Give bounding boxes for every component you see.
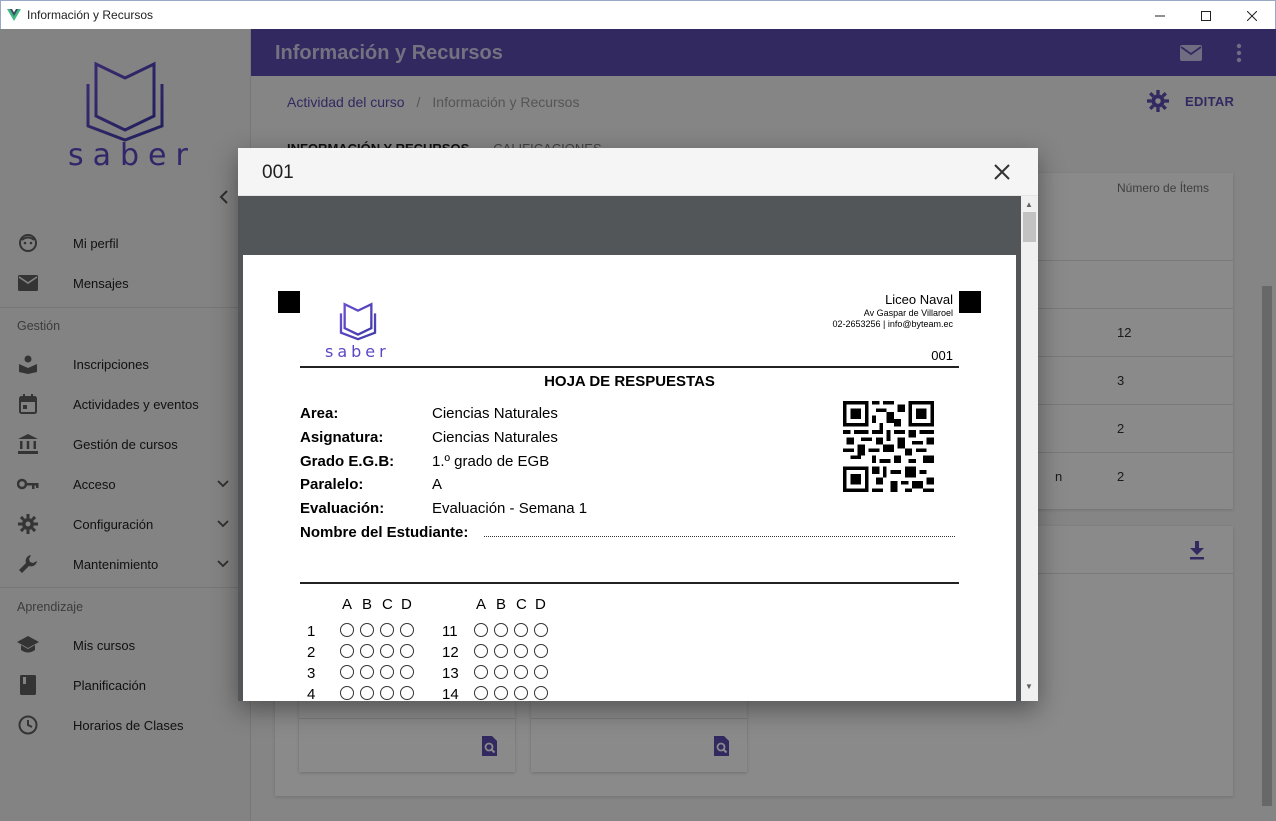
qr-code — [843, 401, 934, 492]
sheet-number: 001 — [931, 348, 953, 363]
maximize-icon — [1201, 10, 1211, 21]
option-header: A — [476, 596, 487, 613]
student-name-label: Nombre del Estudiante: — [300, 524, 469, 541]
answer-bubble — [360, 686, 374, 700]
answer-bubble — [474, 686, 488, 700]
section-rule — [300, 582, 959, 584]
answer-bubble — [534, 623, 548, 637]
option-header: C — [516, 596, 527, 613]
answer-bubble — [474, 644, 488, 658]
field-label-area: Area: — [300, 405, 339, 422]
answer-bubble — [514, 665, 528, 679]
scroll-thumb[interactable] — [1023, 212, 1036, 242]
question-number: 1 — [307, 623, 316, 640]
answer-bubble — [494, 644, 508, 658]
scroll-down-icon[interactable]: ▼ — [1025, 682, 1033, 691]
option-header: C — [382, 596, 393, 613]
option-header: B — [496, 596, 507, 613]
answer-bubble — [340, 644, 354, 658]
answer-bubble — [380, 644, 394, 658]
field-value-paralelo: A — [432, 476, 443, 493]
answer-bubble — [340, 686, 354, 700]
window-title: Información y Recursos — [27, 8, 154, 22]
minimize-icon — [1155, 15, 1165, 16]
answer-bubble — [514, 686, 528, 700]
answer-bubble — [360, 665, 374, 679]
school-name: Liceo Naval — [885, 292, 953, 307]
scroll-up-icon[interactable]: ▲ — [1025, 200, 1033, 209]
answer-bubble — [514, 644, 528, 658]
answer-bubble — [380, 623, 394, 637]
maximize-button[interactable] — [1183, 1, 1229, 30]
field-label-asignatura: Asignatura: — [300, 429, 384, 446]
answer-bubble — [534, 686, 548, 700]
question-number: 14 — [442, 686, 459, 701]
field-value-area: Ciencias Naturales — [432, 405, 558, 422]
close-icon — [1247, 10, 1257, 21]
answer-bubble — [494, 623, 508, 637]
saber-logo: saber — [323, 295, 393, 361]
option-header: B — [362, 596, 373, 613]
answer-bubble — [494, 665, 508, 679]
answer-bubble — [534, 644, 548, 658]
student-name-line — [484, 521, 955, 537]
field-value-asignatura: Ciencias Naturales — [432, 429, 558, 446]
answer-bubble — [380, 686, 394, 700]
option-header: A — [342, 596, 353, 613]
option-header: D — [535, 596, 546, 613]
dialog-header: 001 — [238, 148, 1038, 196]
answer-bubble — [360, 644, 374, 658]
answer-bubble — [400, 623, 414, 637]
school-contact: 02-2653256 | info@byteam.ec — [832, 319, 953, 329]
dialog-title: 001 — [262, 162, 294, 183]
answer-bubble — [340, 623, 354, 637]
school-address: Av Gaspar de Villaroel — [863, 308, 953, 318]
answer-bubble — [400, 665, 414, 679]
question-number: 13 — [442, 665, 459, 682]
answer-bubble — [400, 686, 414, 700]
answer-bubble — [360, 623, 374, 637]
question-number: 2 — [307, 644, 316, 661]
pdf-page: saber Liceo Naval Av Gaspar de Villaroel… — [243, 255, 1016, 701]
viewer-scrollbar[interactable]: ▲ ▼ — [1021, 196, 1038, 701]
answer-bubble — [340, 665, 354, 679]
field-value-grado: 1.º grado de EGB — [432, 453, 550, 470]
question-number: 4 — [307, 686, 316, 701]
window-titlebar: Información y Recursos — [0, 0, 1276, 29]
book-logo-icon — [339, 295, 377, 341]
question-number: 11 — [442, 623, 458, 640]
field-value-evaluacion: Evaluación - Semana 1 — [432, 500, 588, 517]
answer-bubble — [474, 665, 488, 679]
close-icon[interactable] — [990, 160, 1014, 184]
field-label-paralelo: Paralelo: — [300, 476, 364, 493]
field-label-grado: Grado E.G.B: — [300, 453, 395, 470]
answer-bubble — [534, 665, 548, 679]
registration-mark — [278, 291, 300, 313]
answer-bubble — [380, 665, 394, 679]
brand-text: saber — [325, 342, 390, 361]
registration-mark — [959, 291, 981, 313]
sheet-title: HOJA DE RESPUESTAS — [544, 373, 715, 390]
answer-bubble — [400, 644, 414, 658]
answer-bubble — [474, 623, 488, 637]
field-label-evaluacion: Evaluación: — [300, 500, 385, 517]
option-header: D — [401, 596, 412, 613]
question-number: 12 — [442, 644, 459, 661]
answer-bubble — [494, 686, 508, 700]
question-number: 3 — [307, 665, 316, 682]
window-close-button[interactable] — [1229, 1, 1275, 30]
answer-bubble — [514, 623, 528, 637]
vue-logo-icon — [7, 9, 21, 21]
pdf-viewer[interactable]: saber Liceo Naval Av Gaspar de Villaroel… — [238, 196, 1021, 701]
minimize-button[interactable] — [1137, 1, 1183, 30]
answer-sheet-dialog: 001 saber Liceo Naval Av Gaspar de Villa… — [238, 148, 1038, 701]
header-rule — [300, 366, 959, 368]
